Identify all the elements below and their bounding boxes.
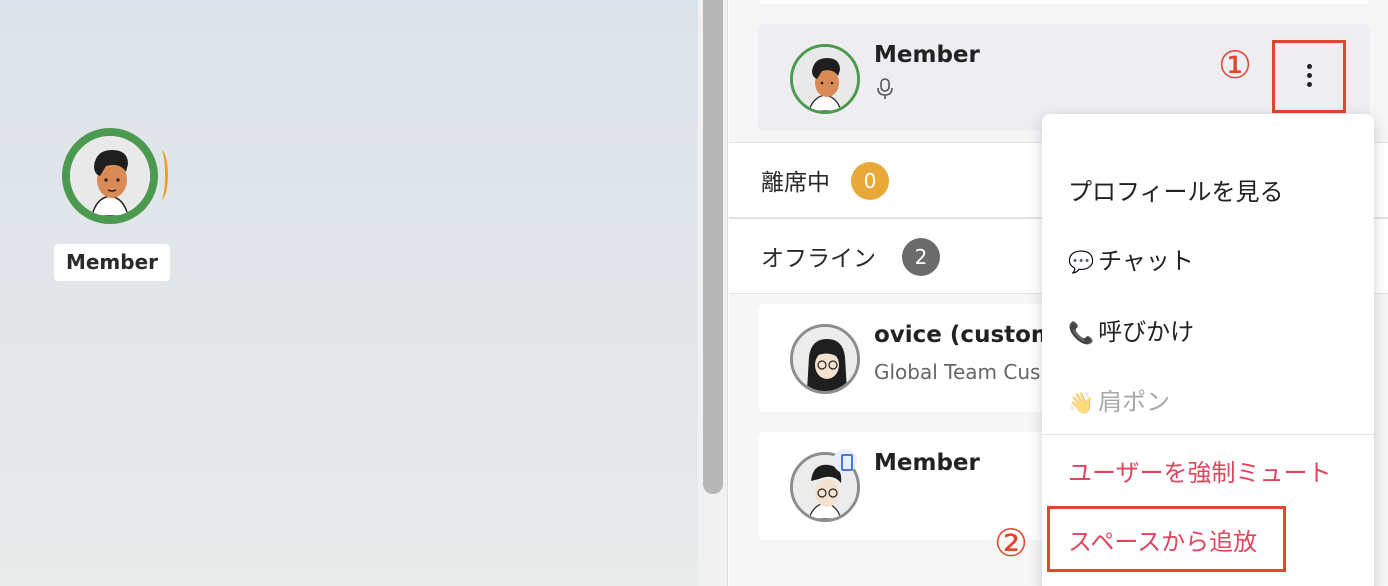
menu-item-tap-shoulder: 👋 肩ポン: [1068, 388, 1171, 416]
speaking-indicator: [154, 150, 168, 200]
offline-count-badge: 2: [902, 238, 940, 276]
chat-bubble-icon: 💬: [1068, 250, 1095, 274]
microphone-icon: [877, 78, 893, 99]
offline-section-label: オフライン: [761, 246, 876, 272]
more-options-icon[interactable]: [1303, 64, 1315, 92]
menu-item-force-mute[interactable]: ユーザーを強制ミュート: [1068, 453, 1332, 488]
space-canvas[interactable]: Member: [0, 0, 698, 586]
member-name: ovice (custom: [874, 322, 1055, 348]
annotation-step-2: ②: [994, 521, 1029, 565]
canvas-member-avatar[interactable]: [62, 128, 168, 224]
member-name: Member: [874, 42, 980, 68]
menu-item-chat[interactable]: 💬 チャット: [1068, 241, 1194, 276]
canvas-avatar-name-tag: Member: [54, 244, 170, 281]
member-avatar: [790, 44, 860, 114]
member-name: Member: [874, 450, 980, 476]
waving-hand-icon: 👋: [1068, 391, 1095, 415]
away-section-label: 離席中: [761, 170, 830, 196]
away-count-badge: 0: [851, 162, 889, 200]
menu-divider: [1042, 434, 1374, 435]
previous-card: [758, 0, 1370, 4]
scrollbar-thumb[interactable]: [703, 0, 723, 494]
avatar-image: [70, 136, 150, 216]
menu-item-view-profile[interactable]: プロフィールを見る: [1068, 172, 1284, 207]
menu-item-call[interactable]: 📞 呼びかけ: [1068, 312, 1194, 347]
member-subtitle: Global Team Cus: [874, 360, 1041, 384]
phone-icon: 📞: [1068, 321, 1095, 345]
annotation-highlight-kick: [1047, 506, 1286, 572]
annotation-step-1: ①: [1218, 43, 1253, 87]
mobile-device-icon: [833, 449, 857, 473]
member-avatar: [790, 324, 860, 394]
